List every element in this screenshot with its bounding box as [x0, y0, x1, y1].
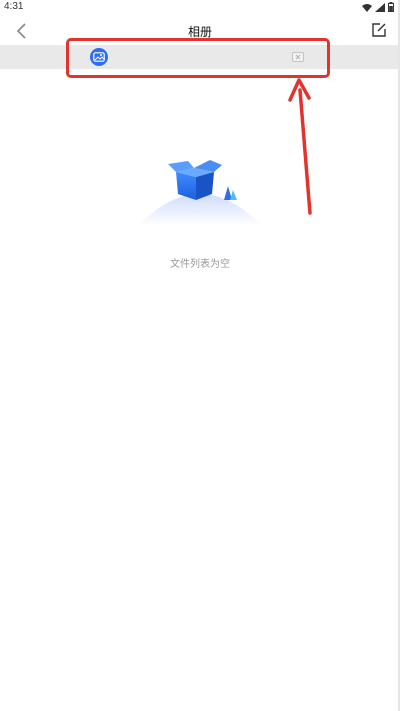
empty-state-message: 文件列表为空 [170, 259, 230, 270]
wifi-icon [362, 3, 372, 12]
signal-icon [375, 2, 385, 12]
arrow-annotation [288, 78, 312, 215]
status-bar: 4:31 [0, 0, 400, 15]
status-time: 4:31 [4, 1, 24, 12]
empty-box-illustration [138, 160, 262, 226]
edit-icon [372, 23, 386, 37]
edit-button[interactable] [370, 21, 388, 39]
battery-icon [388, 2, 394, 12]
status-icons [362, 2, 394, 12]
